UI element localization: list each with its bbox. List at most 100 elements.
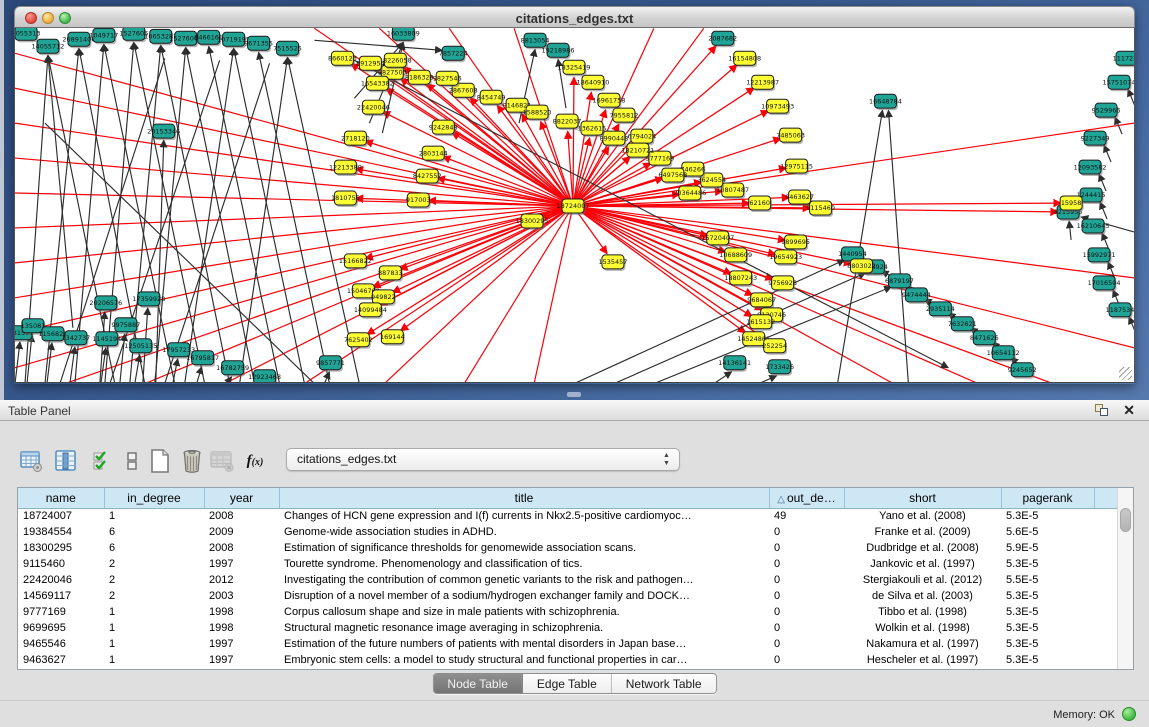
row-height-button[interactable] (119, 448, 145, 474)
cell[interactable]: 14569117 (18, 588, 104, 604)
cell[interactable]: Nakamura et al. (1997) (844, 636, 1001, 652)
cell[interactable]: 0 (769, 588, 844, 604)
cell[interactable] (1094, 604, 1118, 620)
cell[interactable]: Yano et al. (2008) (844, 508, 1001, 524)
cell[interactable]: Tourette syndrome. Phenomenology and cla… (279, 556, 769, 572)
cell[interactable]: 2 (104, 572, 204, 588)
resize-grip-icon[interactable] (1119, 367, 1132, 380)
tab-node-table[interactable]: Node Table (433, 674, 523, 693)
cell[interactable]: 9463627 (18, 652, 104, 668)
cell[interactable]: 1997 (204, 652, 279, 668)
cell[interactable]: 5.3E-5 (1001, 556, 1094, 572)
cell[interactable] (1094, 540, 1118, 556)
network-window-titlebar[interactable]: citations_edges.txt (14, 6, 1135, 28)
cell[interactable] (1094, 588, 1118, 604)
float-panel-icon[interactable] (1095, 404, 1109, 417)
cell[interactable]: de Silva et al. (2003) (844, 588, 1001, 604)
table-row[interactable]: 946554611997Estimation of the future num… (18, 636, 1118, 652)
table-row[interactable]: 1830029562008Estimation of significance … (18, 540, 1118, 556)
cell[interactable]: Structural magnetic resonance image aver… (279, 620, 769, 636)
column-header-short[interactable]: short (844, 488, 1001, 508)
cell[interactable] (1094, 636, 1118, 652)
cell[interactable]: 0 (769, 652, 844, 668)
select-rows-button[interactable] (89, 448, 115, 474)
cell[interactable]: 9699695 (18, 620, 104, 636)
splitter-handle[interactable] (567, 392, 581, 397)
cell[interactable]: Disruption of a novel member of a sodium… (279, 588, 769, 604)
cell[interactable]: 0 (769, 540, 844, 556)
cell[interactable]: 2008 (204, 508, 279, 524)
cell[interactable]: 2012 (204, 572, 279, 588)
table-row[interactable]: 977716911998Corpus callosum shape and si… (18, 604, 1118, 620)
table-scrollbar-thumb[interactable] (1120, 508, 1131, 532)
cell[interactable] (1094, 508, 1118, 524)
cell[interactable]: Changes of HCN gene expression and I(f) … (279, 508, 769, 524)
table-settings-button[interactable] (18, 448, 44, 474)
cell[interactable]: 0 (769, 572, 844, 588)
cell[interactable]: 1 (104, 620, 204, 636)
cell[interactable]: 1 (104, 652, 204, 668)
cell[interactable]: Stergiakouli et al. (2012) (844, 572, 1001, 588)
cell[interactable]: Wolkin et al. (1998) (844, 620, 1001, 636)
cell[interactable]: Hescheler et al. (1997) (844, 652, 1001, 668)
table-scrollbar[interactable] (1117, 488, 1133, 669)
cell[interactable]: 5.3E-5 (1001, 508, 1094, 524)
cell[interactable]: Estimation of the future numbers of pati… (279, 636, 769, 652)
close-panel-icon[interactable]: ✕ (1123, 402, 1135, 419)
cell[interactable]: 5.9E-5 (1001, 540, 1094, 556)
cell[interactable]: 5.5E-5 (1001, 572, 1094, 588)
cell[interactable]: Jankovic et al. (1997) (844, 556, 1001, 572)
cell[interactable] (1094, 620, 1118, 636)
tab-network-table[interactable]: Network Table (612, 674, 716, 693)
cell[interactable]: 2003 (204, 588, 279, 604)
cell[interactable]: 19384554 (18, 524, 104, 540)
cell[interactable]: 6 (104, 524, 204, 540)
create-table-button[interactable] (147, 448, 173, 474)
cell[interactable]: 9115460 (18, 556, 104, 572)
cell[interactable]: 1 (104, 604, 204, 620)
cell[interactable]: 49 (769, 508, 844, 524)
cell[interactable] (1094, 524, 1118, 540)
cell[interactable] (1094, 652, 1118, 668)
cell[interactable]: Investigating the contribution of common… (279, 572, 769, 588)
function-builder-button[interactable]: f(x) (242, 448, 268, 474)
cell[interactable]: 9465546 (18, 636, 104, 652)
column-header-title[interactable]: title (279, 488, 769, 508)
cell[interactable]: Embryonic stem cells: a model to study s… (279, 652, 769, 668)
column-header-out_de…[interactable]: △out_de… (769, 488, 844, 508)
citation-network-graph[interactable]: 1872400720553131405571220891406104971715… (15, 28, 1134, 383)
cell[interactable]: Franke et al. (2009) (844, 524, 1001, 540)
network-canvas[interactable]: 1872400720553131405571220891406104971715… (14, 28, 1135, 383)
table-selector-dropdown[interactable]: citations_edges.txt ▲▼ (286, 448, 680, 471)
cell[interactable]: 1 (104, 508, 204, 524)
cell[interactable]: 0 (769, 620, 844, 636)
cell[interactable]: 2009 (204, 524, 279, 540)
column-header-name[interactable]: name (18, 488, 104, 508)
column-header-year[interactable]: year (204, 488, 279, 508)
cell[interactable]: 1 (104, 636, 204, 652)
cell[interactable]: Estimation of significance thresholds fo… (279, 540, 769, 556)
column-header-in_degree[interactable]: in_degree (104, 488, 204, 508)
table-row[interactable]: 1872400712008Changes of HCN gene express… (18, 508, 1118, 524)
cell[interactable]: 2008 (204, 540, 279, 556)
cell[interactable]: 2 (104, 556, 204, 572)
cell[interactable]: 2 (104, 588, 204, 604)
cell[interactable]: 1998 (204, 620, 279, 636)
cell[interactable]: 5.3E-5 (1001, 620, 1094, 636)
cell[interactable]: Tibbo et al. (1998) (844, 604, 1001, 620)
node-table[interactable]: namein_degreeyeartitle△out_de…shortpager… (17, 487, 1134, 670)
cell[interactable]: 18300295 (18, 540, 104, 556)
table-header-row[interactable]: namein_degreeyeartitle△out_de…shortpager… (18, 488, 1118, 508)
cell[interactable]: 1997 (204, 636, 279, 652)
tab-edge-table[interactable]: Edge Table (523, 674, 612, 693)
cell[interactable]: 0 (769, 524, 844, 540)
cell[interactable]: 1998 (204, 604, 279, 620)
cell[interactable]: 5.6E-5 (1001, 524, 1094, 540)
cell[interactable] (1094, 556, 1118, 572)
cell[interactable]: 0 (769, 636, 844, 652)
cell[interactable]: Corpus callosum shape and size in male p… (279, 604, 769, 620)
cell[interactable]: Dudbridge et al. (2008) (844, 540, 1001, 556)
cell[interactable]: 18724007 (18, 508, 104, 524)
cell[interactable]: 5.3E-5 (1001, 636, 1094, 652)
cell[interactable]: 22420046 (18, 572, 104, 588)
